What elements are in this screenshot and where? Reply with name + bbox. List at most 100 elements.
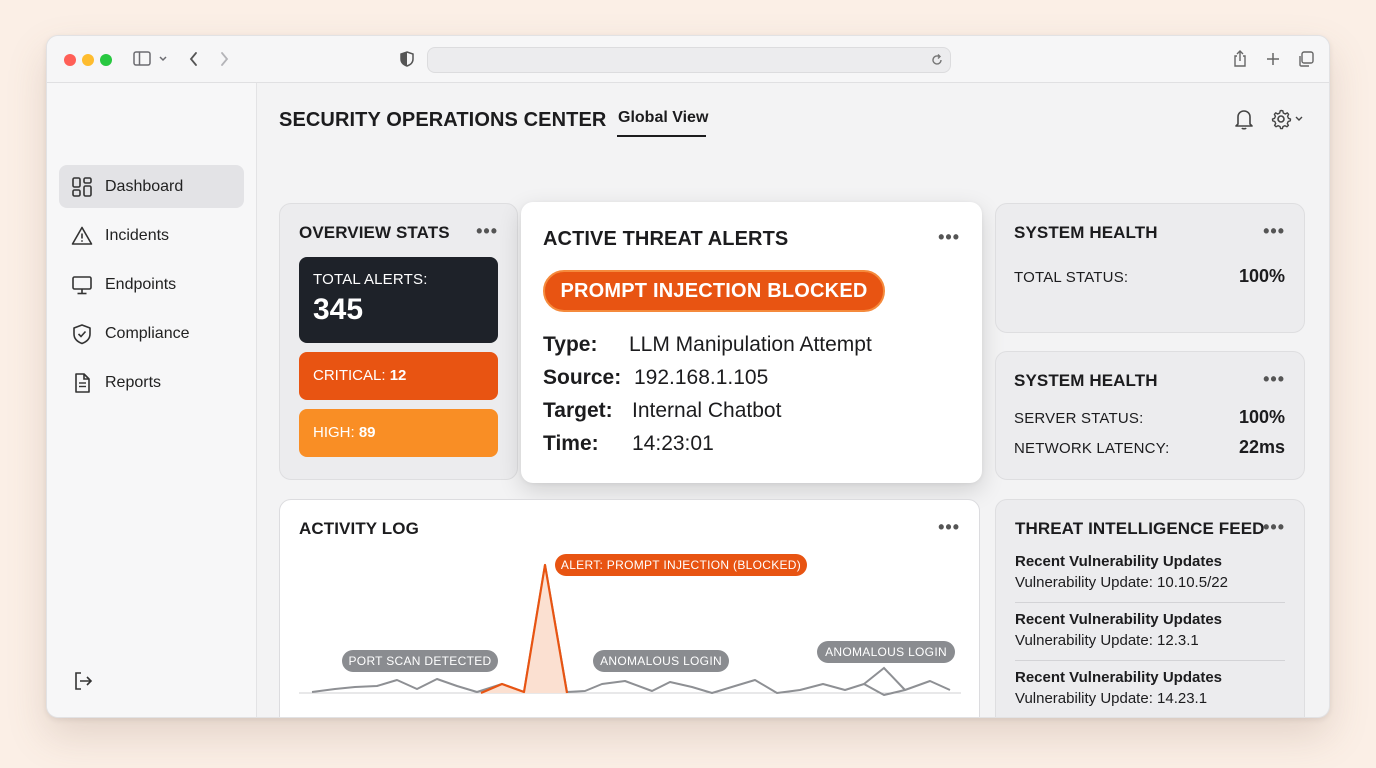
address-bar[interactable] bbox=[427, 47, 951, 73]
close-window-button[interactable] bbox=[64, 54, 76, 66]
browser-window: Dashboard Incidents Endpoints Compliance… bbox=[46, 35, 1330, 718]
system-health-card-2: SYSTEM HEALTH ••• SERVER STATUS: 100% NE… bbox=[995, 351, 1305, 480]
alert-source-row: Source: 192.168.1.105 bbox=[543, 366, 768, 390]
alert-time-row: Time: 14:23:01 bbox=[543, 432, 714, 456]
settings-menu[interactable] bbox=[1270, 107, 1304, 131]
tabs-overview-icon[interactable] bbox=[1297, 49, 1315, 74]
alert-source-label: Source: bbox=[543, 366, 622, 389]
critical-line: CRITICAL: 12 bbox=[313, 367, 406, 384]
bell-icon[interactable] bbox=[1233, 107, 1255, 136]
activity-baseline-line bbox=[311, 564, 951, 696]
more-options-icon[interactable]: ••• bbox=[1263, 518, 1285, 536]
minimize-window-button[interactable] bbox=[82, 54, 94, 66]
divider bbox=[1015, 660, 1285, 661]
dashboard-icon bbox=[72, 176, 92, 197]
document-icon bbox=[75, 372, 90, 393]
feed-item-title: Recent Vulnerability Updates bbox=[1015, 611, 1222, 628]
feed-item[interactable]: Recent Vulnerability Updates Vulnerabili… bbox=[1015, 553, 1285, 591]
more-options-icon[interactable]: ••• bbox=[1263, 222, 1285, 240]
tab-global-view[interactable]: Global View bbox=[618, 109, 708, 127]
sidebar-item-reports[interactable]: Reports bbox=[59, 361, 244, 404]
sidebar-item-label: Dashboard bbox=[105, 177, 184, 195]
card-title: SYSTEM HEALTH bbox=[1014, 371, 1158, 390]
network-latency-row: NETWORK LATENCY: 22ms bbox=[1014, 437, 1285, 458]
alert-target-value: Internal Chatbot bbox=[632, 399, 782, 422]
sidebar-item-dashboard[interactable]: Dashboard bbox=[59, 165, 244, 208]
total-status-label: TOTAL STATUS: bbox=[1014, 269, 1129, 286]
logout-icon[interactable] bbox=[72, 670, 94, 697]
network-latency-value: 22ms bbox=[1238, 437, 1285, 457]
browser-toolbar bbox=[47, 36, 1329, 83]
card-title: ACTIVE THREAT ALERTS bbox=[543, 228, 789, 250]
total-status-value: 100% bbox=[1238, 266, 1285, 286]
feed-item-subtitle: Vulnerability Update: 12.3.1 bbox=[1015, 632, 1199, 649]
system-health-card: SYSTEM HEALTH ••• TOTAL STATUS: 100% bbox=[995, 203, 1305, 333]
alert-source-value: 192.168.1.105 bbox=[634, 366, 769, 389]
spike-annotation: ALERT: PROMPT INJECTION (BLOCKED) bbox=[555, 554, 807, 576]
reload-icon[interactable] bbox=[930, 52, 944, 73]
sidebar-item-label: Reports bbox=[105, 373, 162, 391]
alert-type-label: Type: bbox=[543, 333, 598, 356]
forward-icon[interactable] bbox=[217, 49, 231, 74]
back-icon[interactable] bbox=[187, 49, 201, 74]
critical-label: CRITICAL: bbox=[313, 367, 386, 384]
alert-type-row: Type: LLM Manipulation Attempt bbox=[543, 333, 872, 357]
overview-stats-card: OVERVIEW STATS ••• TOTAL ALERTS: 345 CRI… bbox=[279, 203, 518, 480]
zoom-window-button[interactable] bbox=[100, 54, 112, 66]
threat-intelligence-feed-card: THREAT INTELLIGENCE FEED ••• Recent Vuln… bbox=[995, 499, 1305, 717]
network-latency-label: NETWORK LATENCY: bbox=[1014, 440, 1170, 457]
more-options-icon[interactable]: ••• bbox=[476, 222, 498, 240]
sidebar: Dashboard Incidents Endpoints Compliance… bbox=[47, 83, 257, 717]
shield-check-icon bbox=[73, 323, 91, 344]
high-label: HIGH: bbox=[313, 424, 355, 441]
total-status-row: TOTAL STATUS: 100% bbox=[1014, 266, 1285, 287]
feed-item[interactable]: Recent Vulnerability Updates Vulnerabili… bbox=[1015, 611, 1285, 649]
more-options-icon[interactable]: ••• bbox=[938, 228, 960, 246]
feed-item-subtitle: Vulnerability Update: 14.23.1 bbox=[1015, 690, 1208, 707]
critical-value: 12 bbox=[389, 367, 407, 384]
warning-icon bbox=[71, 226, 93, 245]
port-scan-annotation: PORT SCAN DETECTED bbox=[342, 650, 498, 672]
sidebar-item-compliance[interactable]: Compliance bbox=[59, 312, 244, 355]
divider bbox=[1015, 602, 1285, 603]
server-status-label: SERVER STATUS: bbox=[1014, 410, 1144, 427]
sidebar-item-incidents[interactable]: Incidents bbox=[59, 214, 244, 257]
gear-icon bbox=[1271, 109, 1292, 130]
monitor-icon bbox=[72, 275, 92, 294]
high-value: 89 bbox=[358, 424, 376, 441]
total-alerts-label: TOTAL ALERTS: bbox=[313, 271, 428, 288]
shield-icon[interactable] bbox=[399, 49, 415, 74]
critical-alerts-box[interactable]: CRITICAL: 12 bbox=[299, 352, 498, 400]
alert-target-row: Target: Internal Chatbot bbox=[543, 399, 781, 423]
anomalous-login-annotation: ANOMALOUS LOGIN bbox=[593, 650, 729, 672]
high-line: HIGH: 89 bbox=[313, 424, 376, 441]
spike-area bbox=[481, 565, 567, 693]
activity-log-card: ACTIVITY LOG ••• ALERT: PROMPT INJECTION… bbox=[279, 499, 980, 717]
share-icon[interactable] bbox=[1232, 49, 1248, 74]
total-alerts-value: 345 bbox=[313, 293, 364, 326]
alert-target-label: Target: bbox=[543, 399, 613, 422]
active-threat-alerts-card: ACTIVE THREAT ALERTS ••• PROMPT INJECTIO… bbox=[521, 202, 982, 483]
card-title: OVERVIEW STATS bbox=[299, 223, 450, 242]
prompt-injection-badge: PROMPT INJECTION BLOCKED bbox=[543, 270, 885, 312]
main-content: SECURITY OPERATIONS CENTER Global View O… bbox=[258, 83, 1329, 717]
activity-chart bbox=[299, 563, 961, 696]
feed-item-subtitle: Vulnerability Update: 10.10.5/22 bbox=[1015, 574, 1228, 591]
card-title: THREAT INTELLIGENCE FEED bbox=[1015, 519, 1265, 538]
sidebar-toggle-icon[interactable] bbox=[133, 49, 169, 74]
feed-item-title: Recent Vulnerability Updates bbox=[1015, 553, 1222, 570]
high-alerts-box[interactable]: HIGH: 89 bbox=[299, 409, 498, 457]
feed-item[interactable]: Recent Vulnerability Updates Vulnerabili… bbox=[1015, 669, 1285, 707]
sidebar-item-label: Endpoints bbox=[105, 275, 177, 293]
more-options-icon[interactable]: ••• bbox=[1263, 370, 1285, 388]
alert-time-label: Time: bbox=[543, 432, 599, 455]
sidebar-item-endpoints[interactable]: Endpoints bbox=[59, 263, 244, 306]
new-tab-icon[interactable] bbox=[1265, 49, 1281, 74]
sidebar-item-label: Incidents bbox=[105, 226, 170, 244]
page-title: SECURITY OPERATIONS CENTER bbox=[279, 109, 607, 131]
total-alerts-box: TOTAL ALERTS: 345 bbox=[299, 257, 498, 343]
tab-underline bbox=[617, 135, 706, 137]
server-status-value: 100% bbox=[1238, 407, 1285, 427]
server-status-row: SERVER STATUS: 100% bbox=[1014, 407, 1285, 428]
chevron-down-icon bbox=[1295, 116, 1303, 121]
